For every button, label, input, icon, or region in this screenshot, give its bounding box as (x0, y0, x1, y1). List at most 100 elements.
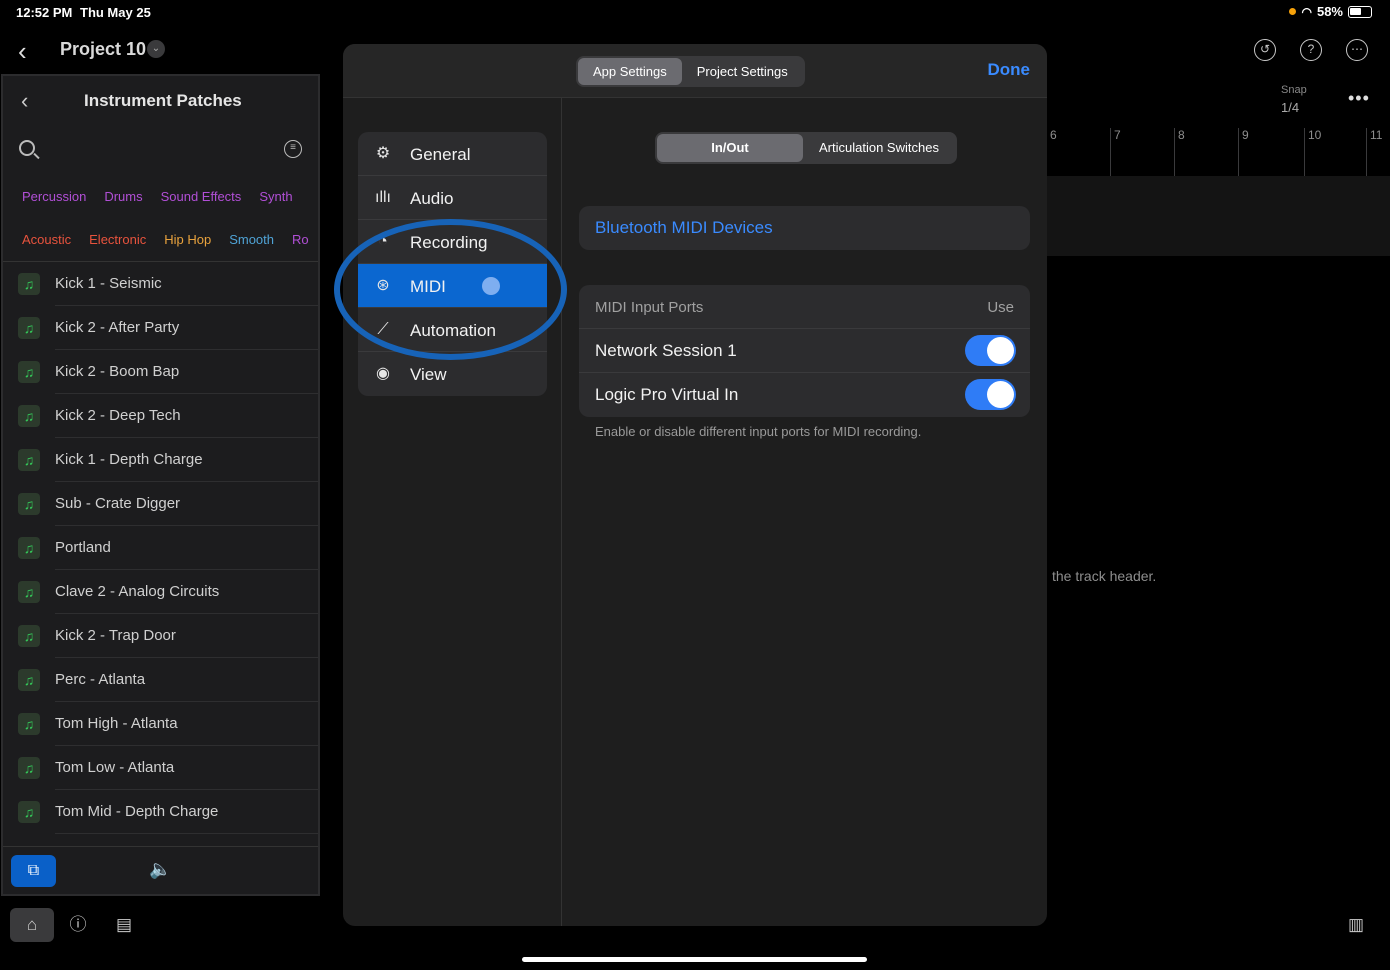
waveform-icon: ıllı (375, 189, 391, 206)
category-chip[interactable]: Percussion (22, 189, 86, 204)
patch-search[interactable]: ≡ (3, 128, 318, 174)
undo-icon[interactable]: ↺ (1254, 39, 1276, 61)
ruler-bar-line (1366, 128, 1367, 176)
nav-automation[interactable]: ⟋ Automation (358, 308, 547, 352)
mic-indicator-icon (1289, 8, 1297, 15)
ruler-bar-line (1110, 128, 1111, 176)
music-note-icon: ♫ (18, 713, 40, 735)
category-chip[interactable]: Smooth (229, 232, 274, 247)
category-chip[interactable]: Synth (259, 189, 292, 204)
ruler-bar-line (1238, 128, 1239, 176)
arrange-track-area (1046, 176, 1390, 256)
music-note-icon: ♫ (18, 801, 40, 823)
midi-input-ports-card: MIDI Input Ports Use Network Session 1 L… (579, 285, 1030, 417)
patch-list-item[interactable]: ♫ Tom Mid - Depth Charge (3, 790, 318, 834)
category-chip[interactable]: Ro (292, 232, 309, 247)
tab-app-settings[interactable]: App Settings (578, 58, 682, 85)
arrange-more-icon[interactable]: ••• (1348, 88, 1370, 109)
ruler-bar-number: 10 (1308, 128, 1322, 142)
panel-back-icon[interactable]: ‹ (21, 88, 28, 114)
nav-recording[interactable]: ◔ Recording (358, 220, 547, 264)
patch-list-item[interactable]: ♫ Tom Low - Atlanta (3, 746, 318, 790)
battery-percent: 58% (1316, 4, 1343, 19)
ports-use-header: Use (987, 299, 1014, 316)
help-icon[interactable]: ? (1300, 39, 1322, 61)
midi-subtab-switch: In/Out Articulation Switches (655, 132, 957, 164)
category-chip[interactable]: Sound Effects (161, 189, 242, 204)
status-time: 12:52 PM (16, 5, 73, 20)
ruler-bar-number: 11 (1370, 128, 1383, 142)
subtab-in-out[interactable]: In/Out (657, 134, 803, 162)
nav-audio[interactable]: ıllı Audio (358, 176, 547, 220)
ports-footnote: Enable or disable different input ports … (595, 424, 922, 439)
speaker-preview-icon[interactable]: 🔈 (149, 859, 171, 880)
search-icon[interactable] (19, 140, 35, 156)
midi-settings-content: In/Out Articulation Switches Bluetooth M… (563, 98, 1047, 926)
patch-list-item[interactable]: ♫ Kick 2 - After Party (3, 306, 318, 350)
home-indicator[interactable] (522, 957, 867, 962)
patch-list-item[interactable]: ♫ Kick 2 - Boom Bap (3, 350, 318, 394)
category-chip[interactable]: Hip Hop (164, 232, 211, 247)
settings-scope-switch: App Settings Project Settings (576, 56, 805, 87)
nav-label: Audio (410, 189, 454, 208)
category-chip[interactable]: Electronic (89, 232, 146, 247)
snap-value[interactable]: 1/4 (1281, 100, 1299, 115)
music-note-icon: ♫ (18, 449, 40, 471)
patch-list-item[interactable]: ♫ Kick 2 - Trap Door (3, 614, 318, 658)
back-icon[interactable]: ‹ (18, 36, 27, 67)
patch-label: Tom Low - Atlanta (55, 746, 318, 790)
record-icon: ◔ (378, 233, 388, 250)
nav-label: Recording (410, 233, 488, 252)
patch-label: Clave 2 - Analog Circuits (55, 570, 318, 614)
port-row-network-session: Network Session 1 (579, 329, 1030, 373)
inspector-icon[interactable]: ⓘ (56, 908, 100, 942)
more-options-icon[interactable]: ⋯ (1346, 39, 1368, 61)
tab-project-settings[interactable]: Project Settings (682, 58, 803, 85)
nav-label: MIDI (410, 277, 446, 296)
patch-list-item[interactable]: ♫ Clave 2 - Analog Circuits (3, 570, 318, 614)
settings-nav: ⚙ General ıllı Audio ◔ Recording ⊛ MIDI … (358, 132, 547, 396)
patch-label: Perc - Atlanta (55, 658, 318, 702)
done-button[interactable]: Done (988, 60, 1031, 80)
ruler-bar-number: 9 (1242, 128, 1249, 142)
patch-label: Kick 2 - After Party (55, 306, 318, 350)
bluetooth-midi-row[interactable]: Bluetooth MIDI Devices (579, 206, 1030, 250)
keyboard-icon[interactable]: ▥ (1334, 908, 1378, 942)
chevron-down-icon[interactable]: ⌄ (147, 40, 165, 58)
nav-midi[interactable]: ⊛ MIDI (358, 264, 547, 308)
patch-list-item[interactable]: ♫ Portland (3, 526, 318, 570)
modal-header: App Settings Project Settings Done (343, 44, 1047, 98)
ports-header-row: MIDI Input Ports Use (579, 285, 1030, 329)
port-row-virtual-in: Logic Pro Virtual In (579, 373, 1030, 417)
subtab-articulation-switches[interactable]: Articulation Switches (803, 134, 955, 162)
port-toggle-virtual-in[interactable] (965, 379, 1016, 410)
music-note-icon: ♫ (18, 757, 40, 779)
sidebar-toggle-icon[interactable]: ▤ (102, 908, 146, 942)
category-chip[interactable]: Drums (104, 189, 142, 204)
eye-icon: ◉ (376, 365, 390, 382)
port-toggle-network-session[interactable] (965, 335, 1016, 366)
timeline-ruler[interactable]: 6 7 8 9 10 11 (1046, 124, 1390, 176)
music-note-icon: ♫ (18, 493, 40, 515)
patch-list-item[interactable]: ♫ Kick 2 - Deep Tech (3, 394, 318, 438)
bluetooth-midi-link[interactable]: Bluetooth MIDI Devices (595, 218, 773, 238)
patch-list-item[interactable]: ♫ Sub - Crate Digger (3, 482, 318, 526)
patch-list-item[interactable]: ♫ Perc - Atlanta (3, 658, 318, 702)
patch-label: Sub - Crate Digger (55, 482, 318, 526)
patch-list-item[interactable]: ♫ Kick 1 - Seismic (3, 262, 318, 306)
patch-list-item[interactable]: ♫ Kick 1 - Depth Charge (3, 438, 318, 482)
nav-view[interactable]: ◉ View (358, 352, 547, 396)
ruler-bar-number: 7 (1114, 128, 1121, 142)
category-chips-row2: Acoustic Electronic Hip Hop Smooth Ro (3, 218, 318, 262)
library-icon[interactable]: ⌂ (10, 908, 54, 942)
project-title[interactable]: Project 10 (60, 39, 146, 60)
port-name: Network Session 1 (595, 341, 737, 360)
nav-general[interactable]: ⚙ General (358, 132, 547, 176)
ports-header: MIDI Input Ports (595, 299, 704, 316)
filter-icon[interactable]: ≡ (284, 140, 302, 158)
patch-list-item[interactable]: ♫ Tom High - Atlanta (3, 702, 318, 746)
loop-browser-icon[interactable]: ⧉ (11, 855, 56, 887)
ruler-bar-line (1304, 128, 1305, 176)
status-bar: 12:52 PM Thu May 25 ◠ 58% (0, 0, 1390, 24)
category-chip[interactable]: Acoustic (22, 232, 71, 247)
